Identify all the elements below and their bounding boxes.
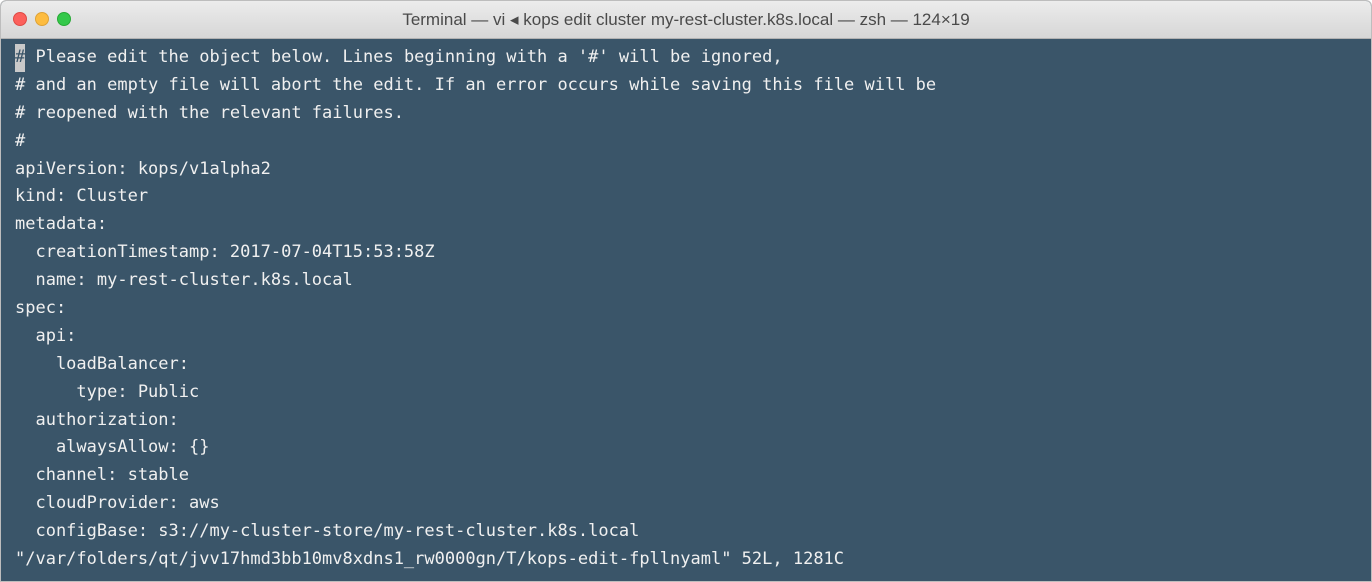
text-cursor: #	[15, 44, 26, 72]
editor-line: # and an empty file will abort the edit.…	[15, 74, 937, 95]
status-line: "/var/folders/qt/jvv17hmd3bb10mv8xdns1_r…	[15, 549, 845, 570]
editor-line: configBase: s3://my-cluster-store/my-res…	[15, 521, 640, 542]
editor-line: alwaysAllow: {}	[15, 437, 210, 458]
editor-line: spec:	[15, 298, 67, 319]
terminal-content[interactable]: # Please edit the object below. Lines be…	[1, 39, 1371, 581]
editor-line: # reopened with the relevant failures.	[15, 102, 404, 123]
editor-line: loadBalancer:	[15, 353, 189, 374]
editor-line: creationTimestamp: 2017-07-04T15:53:58Z	[15, 242, 435, 263]
editor-line: authorization:	[15, 409, 179, 430]
editor-line: apiVersion: kops/v1alpha2	[15, 158, 271, 179]
editor-line: cloudProvider: aws	[15, 493, 220, 514]
editor-line: metadata:	[15, 214, 108, 235]
editor-line: api:	[15, 325, 77, 346]
editor-line: kind: Cluster	[15, 186, 149, 207]
editor-line: # Please edit the object below. Lines be…	[15, 44, 1371, 72]
editor-line: name: my-rest-cluster.k8s.local	[15, 270, 353, 291]
editor-line: channel: stable	[15, 465, 189, 486]
title-bar[interactable]: Terminal — vi ◂ kops edit cluster my-res…	[1, 1, 1371, 39]
window-title: Terminal — vi ◂ kops edit cluster my-res…	[402, 10, 970, 29]
terminal-window: Terminal — vi ◂ kops edit cluster my-res…	[0, 0, 1372, 582]
editor-line: #	[15, 130, 26, 151]
editor-line: type: Public	[15, 381, 200, 402]
editor-line-text: Please edit the object below. Lines begi…	[25, 47, 783, 67]
